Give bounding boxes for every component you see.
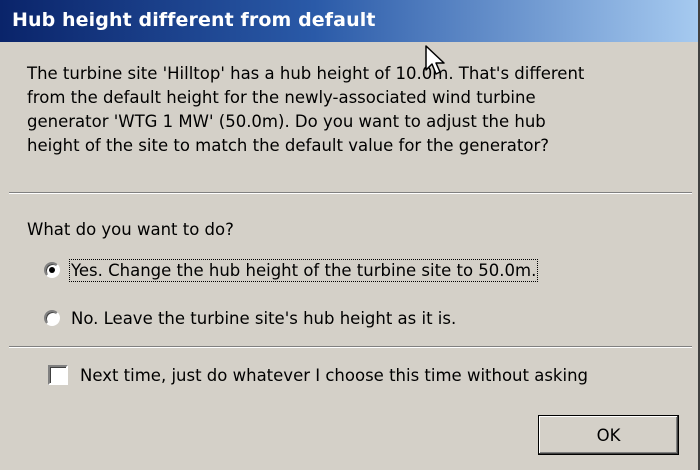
dialog-window: Hub height different from default The tu… [0, 0, 700, 470]
message-line: from the default height for the newly-as… [27, 88, 536, 107]
option-no-radio[interactable]: No. Leave the turbine site's hub height … [44, 305, 456, 331]
message-line: The turbine site 'Hilltop' has a hub hei… [27, 64, 585, 83]
separator [9, 346, 692, 348]
radio-dot-icon [49, 267, 55, 273]
question-label: What do you want to do? [27, 220, 234, 239]
mouse-pointer-icon [425, 45, 445, 75]
radio-button-selected[interactable] [44, 262, 60, 278]
message-line: height of the site to match the default … [27, 136, 550, 155]
option-yes-label[interactable]: Yes. Change the hub height of the turbin… [68, 258, 539, 282]
separator [9, 192, 692, 194]
radio-button[interactable] [44, 310, 60, 326]
remember-choice-label[interactable]: Next time, just do whatever I choose thi… [80, 366, 588, 385]
window-title: Hub height different from default [12, 9, 376, 31]
remember-choice-checkbox[interactable] [48, 365, 68, 385]
option-no-label[interactable]: No. Leave the turbine site's hub height … [71, 309, 456, 328]
message-line: generator 'WTG 1 MW' (50.0m). Do you wan… [27, 112, 546, 131]
option-yes-radio[interactable]: Yes. Change the hub height of the turbin… [44, 257, 539, 283]
message-text: The turbine site 'Hilltop' has a hub hei… [27, 62, 677, 158]
ok-button[interactable]: OK [538, 415, 679, 455]
title-bar[interactable]: Hub height different from default [0, 0, 698, 42]
